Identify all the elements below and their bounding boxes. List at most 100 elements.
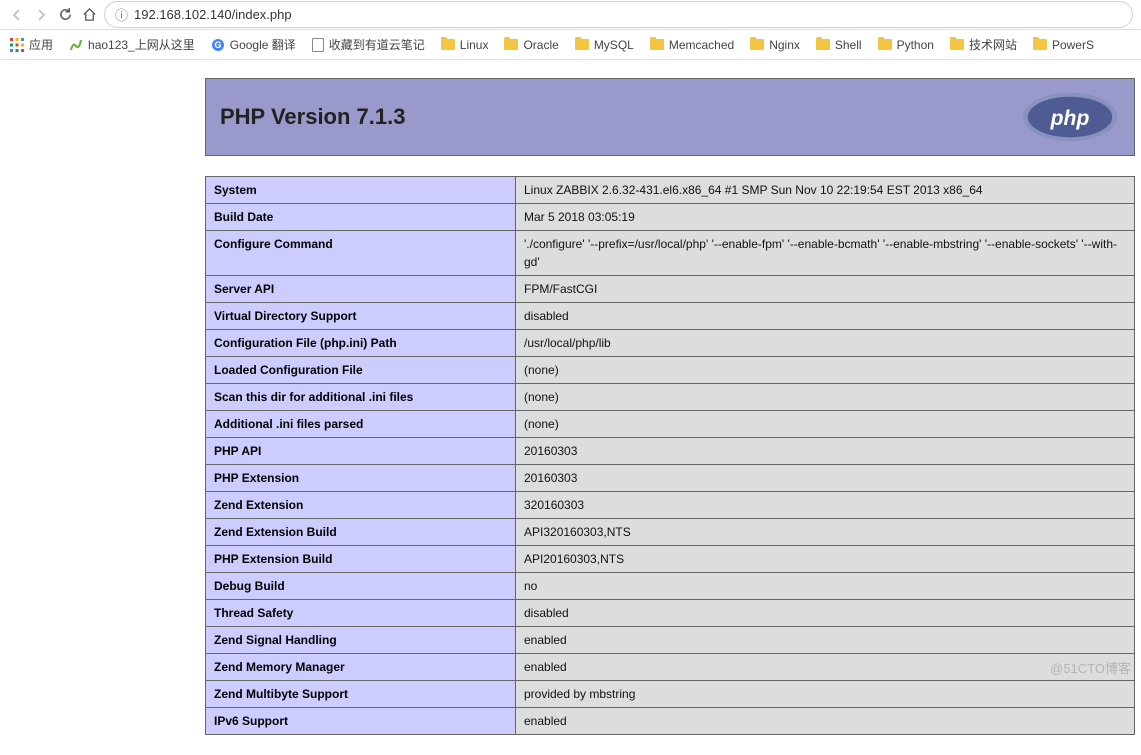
config-value: FPM/FastCGI bbox=[516, 276, 1135, 303]
bookmark-item[interactable]: Nginx bbox=[750, 38, 800, 52]
table-row: Debug Buildno bbox=[206, 573, 1135, 600]
table-row: Zend Memory Managerenabled bbox=[206, 654, 1135, 681]
config-value: (none) bbox=[516, 357, 1135, 384]
config-value: API20160303,NTS bbox=[516, 546, 1135, 573]
config-value: provided by mbstring bbox=[516, 681, 1135, 708]
site-info-icon[interactable]: ⓘ bbox=[115, 5, 128, 24]
reload-button[interactable] bbox=[56, 6, 74, 24]
folder-icon bbox=[575, 39, 589, 50]
config-key: PHP Extension Build bbox=[206, 546, 516, 573]
config-key: Zend Extension bbox=[206, 492, 516, 519]
config-value: (none) bbox=[516, 384, 1135, 411]
bookmark-item[interactable]: G Google 翻译 bbox=[211, 36, 296, 53]
bookmark-item[interactable]: 技术网站 bbox=[950, 36, 1017, 53]
table-row: Zend Multibyte Supportprovided by mbstri… bbox=[206, 681, 1135, 708]
config-value: API320160303,NTS bbox=[516, 519, 1135, 546]
table-row: PHP API20160303 bbox=[206, 438, 1135, 465]
config-key: Zend Signal Handling bbox=[206, 627, 516, 654]
page-content: PHP Version 7.1.3 php SystemLinux ZABBIX… bbox=[0, 78, 1141, 755]
config-value: disabled bbox=[516, 303, 1135, 330]
bookmark-item[interactable]: Linux bbox=[441, 38, 489, 52]
bookmarks-bar: 应用 hao123_上网从这里 G Google 翻译 收藏到有道云笔记 Linux Or… bbox=[0, 30, 1141, 60]
bookmark-item[interactable]: 收藏到有道云笔记 bbox=[312, 36, 425, 53]
svg-text:php: php bbox=[1050, 107, 1090, 130]
bookmark-label: MySQL bbox=[594, 38, 634, 52]
folder-icon bbox=[650, 39, 664, 50]
config-value: (none) bbox=[516, 411, 1135, 438]
config-key: System bbox=[206, 177, 516, 204]
table-row: Configuration File (php.ini) Path/usr/lo… bbox=[206, 330, 1135, 357]
config-key: IPv6 Support bbox=[206, 708, 516, 735]
table-row: Zend Signal Handlingenabled bbox=[206, 627, 1135, 654]
table-row: Configure Command'./configure' '--prefix… bbox=[206, 231, 1135, 276]
bookmark-item[interactable]: Oracle bbox=[504, 38, 558, 52]
config-key: PHP API bbox=[206, 438, 516, 465]
config-key: Additional .ini files parsed bbox=[206, 411, 516, 438]
hao123-icon bbox=[69, 38, 83, 52]
config-key: Scan this dir for additional .ini files bbox=[206, 384, 516, 411]
bookmark-label: Google 翻译 bbox=[230, 36, 296, 53]
bookmark-item[interactable]: hao123_上网从这里 bbox=[69, 36, 195, 53]
table-row: Virtual Directory Supportdisabled bbox=[206, 303, 1135, 330]
table-row: Build DateMar 5 2018 03:05:19 bbox=[206, 204, 1135, 231]
config-value: 320160303 bbox=[516, 492, 1135, 519]
bookmark-label: Nginx bbox=[769, 38, 800, 52]
folder-icon bbox=[950, 39, 964, 50]
table-row: Zend Extension BuildAPI320160303,NTS bbox=[206, 519, 1135, 546]
browser-toolbar: ⓘ 192.168.102.140/index.php bbox=[0, 0, 1141, 30]
table-row: Thread Safetydisabled bbox=[206, 600, 1135, 627]
forward-button[interactable] bbox=[32, 6, 50, 24]
bookmark-label: PowerS bbox=[1052, 38, 1094, 52]
bookmark-label: Linux bbox=[460, 38, 489, 52]
table-row: PHP Extension20160303 bbox=[206, 465, 1135, 492]
php-logo-icon: php bbox=[1020, 91, 1120, 143]
folder-icon bbox=[504, 39, 518, 50]
folder-icon bbox=[816, 39, 830, 50]
config-key: Zend Memory Manager bbox=[206, 654, 516, 681]
config-value: enabled bbox=[516, 627, 1135, 654]
config-value: 20160303 bbox=[516, 438, 1135, 465]
table-row: IPv6 Supportenabled bbox=[206, 708, 1135, 735]
table-row: Loaded Configuration File(none) bbox=[206, 357, 1135, 384]
config-value: Mar 5 2018 03:05:19 bbox=[516, 204, 1135, 231]
bookmark-item[interactable]: Shell bbox=[816, 38, 862, 52]
folder-icon bbox=[878, 39, 892, 50]
home-button[interactable] bbox=[80, 6, 98, 24]
page-icon bbox=[312, 38, 324, 52]
config-key: Build Date bbox=[206, 204, 516, 231]
config-key: PHP Extension bbox=[206, 465, 516, 492]
back-button[interactable] bbox=[8, 6, 26, 24]
bookmark-item[interactable]: Python bbox=[878, 38, 934, 52]
table-row: Scan this dir for additional .ini files(… bbox=[206, 384, 1135, 411]
config-key: Configuration File (php.ini) Path bbox=[206, 330, 516, 357]
svg-text:G: G bbox=[214, 40, 221, 50]
bookmark-item[interactable]: MySQL bbox=[575, 38, 634, 52]
bookmark-item[interactable]: PowerS bbox=[1033, 38, 1094, 52]
apps-icon bbox=[10, 38, 24, 52]
config-key: Zend Extension Build bbox=[206, 519, 516, 546]
config-key: Configure Command bbox=[206, 231, 516, 276]
config-value: enabled bbox=[516, 708, 1135, 735]
config-value: /usr/local/php/lib bbox=[516, 330, 1135, 357]
config-value: 20160303 bbox=[516, 465, 1135, 492]
config-value: no bbox=[516, 573, 1135, 600]
address-bar[interactable]: ⓘ 192.168.102.140/index.php bbox=[104, 1, 1133, 28]
apps-button[interactable]: 应用 bbox=[10, 36, 53, 53]
table-row: Zend Extension320160303 bbox=[206, 492, 1135, 519]
folder-icon bbox=[441, 39, 455, 50]
bookmark-label: Oracle bbox=[523, 38, 558, 52]
watermark: @51CTO博客 bbox=[1050, 658, 1131, 677]
table-row: SystemLinux ZABBIX 2.6.32-431.el6.x86_64… bbox=[206, 177, 1135, 204]
config-key: Thread Safety bbox=[206, 600, 516, 627]
apps-label: 应用 bbox=[29, 36, 53, 53]
config-key: Zend Multibyte Support bbox=[206, 681, 516, 708]
bookmark-label: 收藏到有道云笔记 bbox=[329, 36, 425, 53]
phpinfo-table: SystemLinux ZABBIX 2.6.32-431.el6.x86_64… bbox=[205, 176, 1135, 735]
bookmark-item[interactable]: Memcached bbox=[650, 38, 734, 52]
bookmark-label: 技术网站 bbox=[969, 36, 1017, 53]
php-version-title: PHP Version 7.1.3 bbox=[220, 104, 405, 130]
config-key: Loaded Configuration File bbox=[206, 357, 516, 384]
table-row: Server APIFPM/FastCGI bbox=[206, 276, 1135, 303]
config-value: './configure' '--prefix=/usr/local/php' … bbox=[516, 231, 1135, 276]
url-text: 192.168.102.140/index.php bbox=[134, 7, 292, 22]
